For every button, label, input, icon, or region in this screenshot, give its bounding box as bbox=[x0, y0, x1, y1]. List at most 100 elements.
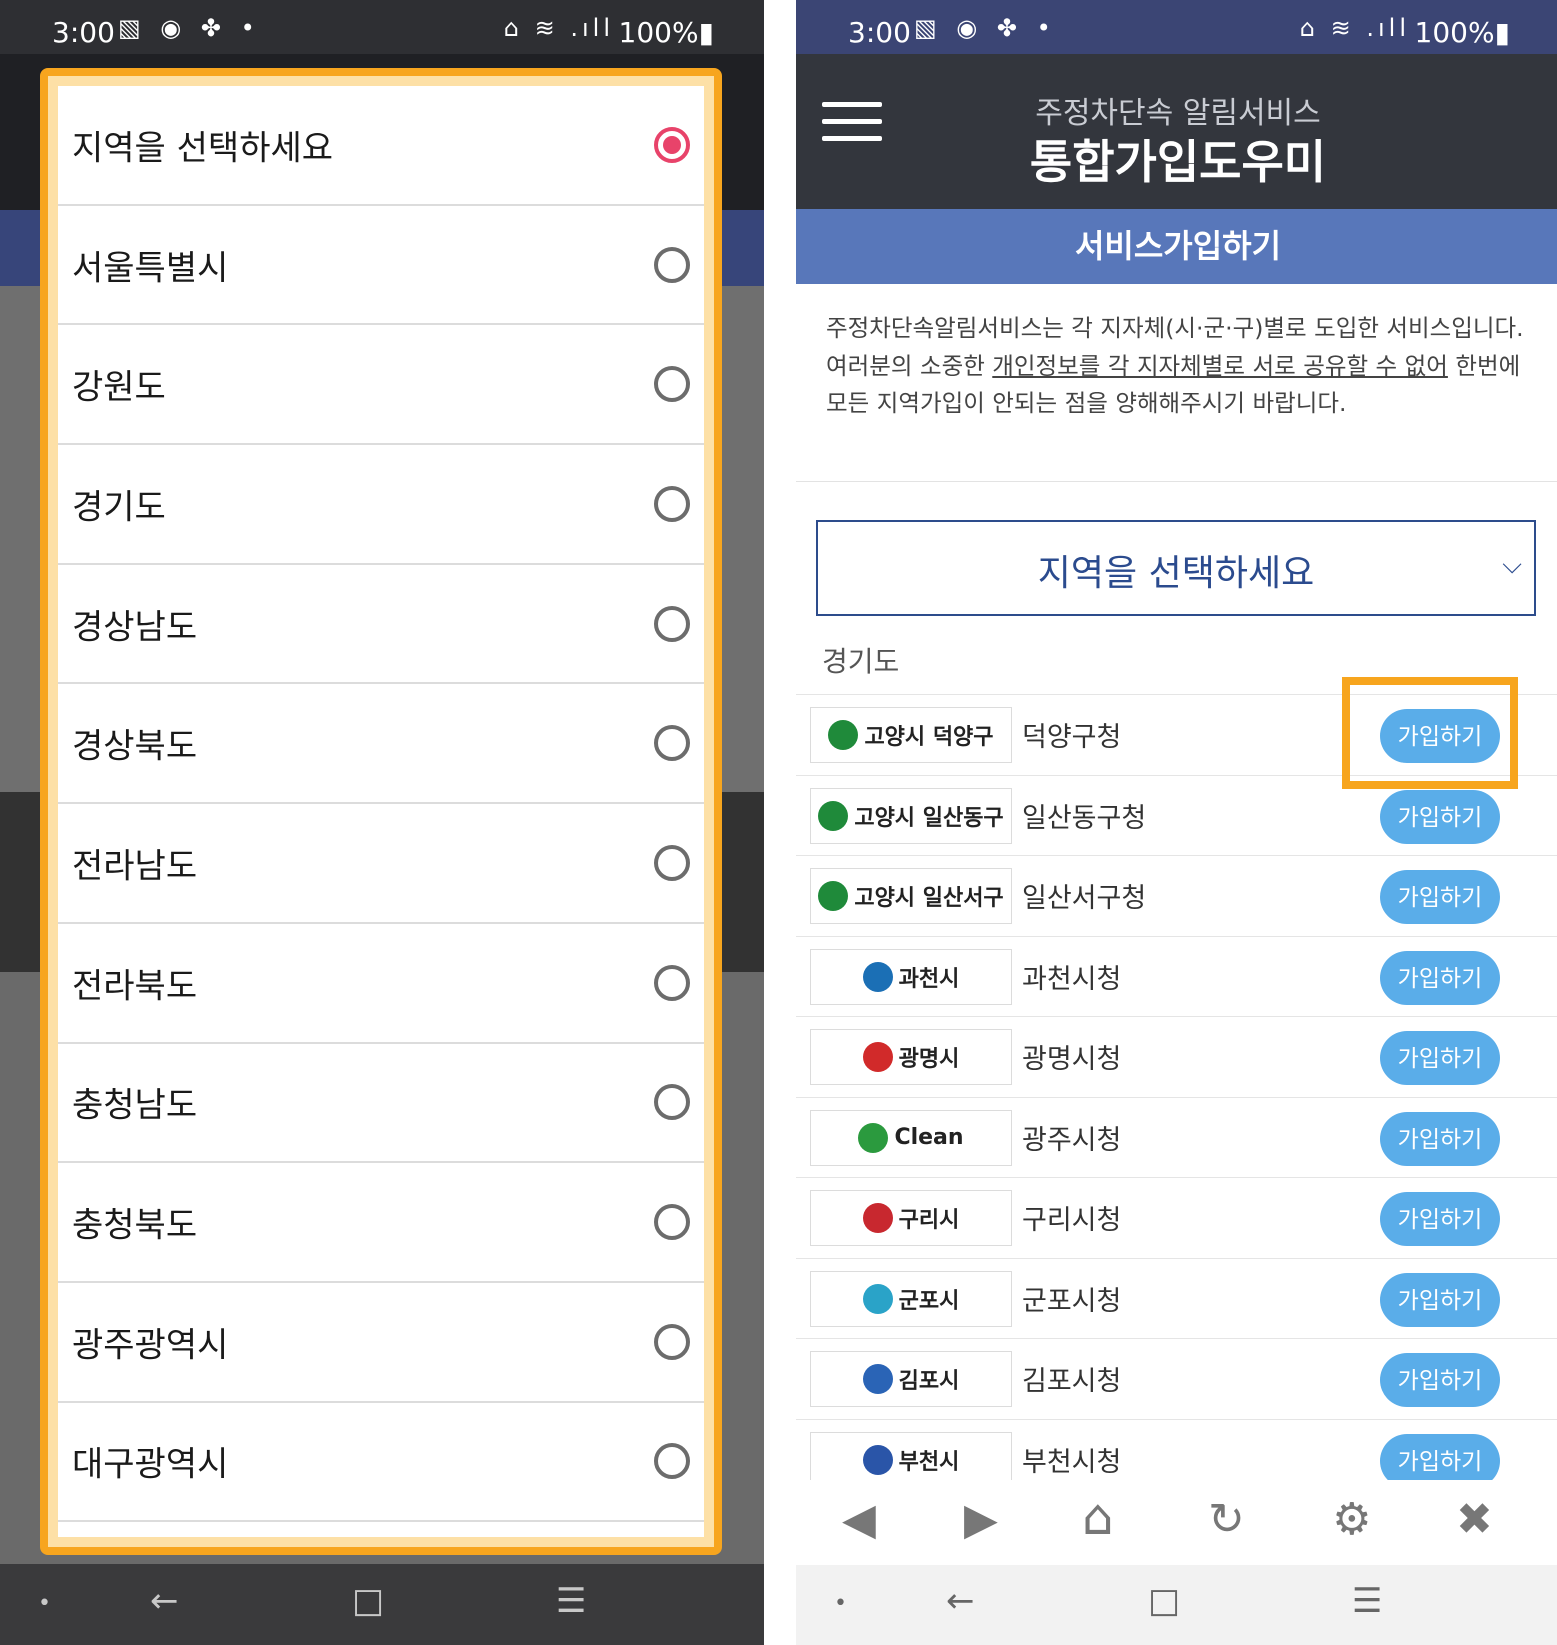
region-option[interactable]: 광주광역시 bbox=[58, 1283, 704, 1403]
radio-unchecked-icon[interactable] bbox=[654, 366, 690, 403]
agency-name: 일산서구청 bbox=[1022, 883, 1147, 914]
city-emblem-icon bbox=[862, 1364, 893, 1394]
right-screen: 3:00 ▧ ◉ ✤ • ⌂ ≋ .ıll 100%▮ 주정차단속 알림서비스 … bbox=[796, 0, 1557, 1645]
radio-unchecked-icon[interactable] bbox=[654, 1323, 690, 1360]
join-button[interactable]: 가입하기 bbox=[1380, 950, 1500, 1005]
agency-list: 고양시 덕양구 덕양구청 가입하기 고양시 일산동구 일산동구청 가입하기 고양시 일산서구… bbox=[796, 694, 1557, 1480]
signal-icons: ⌂ ≋ .ıll bbox=[1299, 14, 1410, 42]
agency-name: 군포시청 bbox=[1022, 1285, 1122, 1317]
agency-logo-text: 고양시 일산동구 bbox=[854, 805, 1004, 831]
back-arrow-icon[interactable]: ◀ bbox=[842, 1494, 876, 1545]
region-option-label: 경기도 bbox=[72, 487, 166, 528]
region-option-label: 대구광역시 bbox=[72, 1444, 229, 1485]
notice-text: 주정차단속알림서비스는 각 지자체(시·군·구)별로 도입한 서비스입니다. 여… bbox=[796, 284, 1557, 482]
region-option[interactable]: 경상남도 bbox=[58, 565, 704, 685]
radio-unchecked-icon[interactable] bbox=[654, 605, 690, 642]
region-option[interactable]: 강원도 bbox=[58, 325, 704, 446]
agency-logo: Clean bbox=[810, 1109, 1012, 1166]
agency-logo-text: Clean bbox=[894, 1125, 964, 1150]
region-option[interactable]: 서울특별시 bbox=[58, 206, 704, 326]
region-option[interactable]: 경기도 bbox=[58, 445, 704, 565]
agency-row: 고양시 일산서구 일산서구청 가입하기 bbox=[796, 856, 1557, 937]
service-join-heading: 서비스가입하기 bbox=[796, 209, 1557, 284]
recents-nav-icon[interactable]: ☰ bbox=[1352, 1581, 1382, 1621]
radio-unchecked-icon[interactable] bbox=[654, 1204, 690, 1241]
radio-unchecked-icon[interactable] bbox=[654, 1084, 690, 1121]
join-button[interactable]: 가입하기 bbox=[1380, 1272, 1500, 1327]
agency-logo-text: 고양시 덕양구 bbox=[864, 725, 994, 750]
notice-line-2a: 여러분의 소중한 bbox=[826, 351, 993, 380]
region-option[interactable]: 지역을 선택하세요 bbox=[58, 86, 704, 206]
region-option-label: 강원도 bbox=[72, 367, 166, 408]
signal-icons: ⌂ ≋ .ıll bbox=[503, 14, 614, 42]
agency-logo-text: 군포시 bbox=[898, 1288, 960, 1314]
agency-row: Clean 광주시청 가입하기 bbox=[796, 1098, 1557, 1178]
region-option[interactable]: 전라남도 bbox=[58, 804, 704, 924]
nav-dot: • bbox=[834, 1591, 847, 1616]
agency-row: 광명시 광명시청 가입하기 bbox=[796, 1017, 1557, 1098]
region-option-label: 충청북도 bbox=[72, 1205, 198, 1246]
join-button[interactable]: 가입하기 bbox=[1380, 870, 1500, 924]
city-emblem-icon bbox=[828, 720, 859, 750]
region-option[interactable]: 경상북도 bbox=[58, 684, 704, 805]
notice-line-1: 주정차단속알림서비스는 각 지자체(시·군·구)별로 도입한 서비스입니다. bbox=[826, 314, 1524, 342]
browser-toolbar: ◀ ▶ ⌂ ↻ ⚙ ✖ bbox=[796, 1480, 1557, 1564]
city-emblem-icon bbox=[862, 1203, 893, 1233]
city-emblem-icon bbox=[818, 881, 849, 911]
city-emblem-icon bbox=[862, 1444, 893, 1475]
back-nav-icon[interactable]: ← bbox=[150, 1581, 179, 1621]
status-bar: 3:00 ▧ ◉ ✤ • ⌂ ≋ .ıll 100%▮ bbox=[796, 0, 1557, 54]
radio-unchecked-icon[interactable] bbox=[654, 964, 690, 1001]
notification-icons: ▧ ◉ ✤ • bbox=[118, 14, 261, 42]
radio-unchecked-icon[interactable] bbox=[654, 725, 690, 762]
radio-checked-icon[interactable] bbox=[654, 126, 690, 163]
refresh-icon[interactable]: ↻ bbox=[1208, 1494, 1245, 1545]
notice-underlined: 개인정보를 각 지자체별로 서로 공유할 수 없어 bbox=[992, 351, 1448, 380]
system-nav-bar: • ← □ ☰ bbox=[0, 1565, 764, 1645]
join-button[interactable]: 가입하기 bbox=[1380, 1353, 1500, 1407]
region-option-label: 지역을 선택하세요 bbox=[72, 128, 334, 169]
radio-unchecked-icon[interactable] bbox=[654, 844, 690, 881]
radio-unchecked-icon[interactable] bbox=[654, 246, 690, 283]
join-button[interactable]: 가입하기 bbox=[1380, 1111, 1500, 1166]
agency-logo: 고양시 일산동구 bbox=[810, 787, 1012, 844]
system-nav-bar: • ← □ ☰ bbox=[796, 1565, 1557, 1645]
region-option-label: 광주광역시 bbox=[72, 1325, 229, 1366]
region-option[interactable]: 대구광역시 bbox=[58, 1403, 704, 1523]
agency-row: 김포시 김포시청 가입하기 bbox=[796, 1339, 1557, 1420]
radio-unchecked-icon[interactable] bbox=[654, 1443, 690, 1480]
gear-icon[interactable]: ⚙ bbox=[1332, 1494, 1371, 1545]
home-nav-icon[interactable]: □ bbox=[352, 1581, 384, 1621]
agency-logo-text: 부천시 bbox=[898, 1449, 960, 1475]
agency-name: 일산동구청 bbox=[1022, 802, 1147, 834]
city-emblem-icon bbox=[862, 1042, 893, 1072]
home-icon[interactable]: ⌂ bbox=[1082, 1488, 1114, 1546]
agency-name: 광명시청 bbox=[1022, 1044, 1122, 1075]
region-option[interactable]: 충청북도 bbox=[58, 1163, 704, 1283]
city-emblem-icon bbox=[818, 800, 849, 831]
agency-logo-text: 김포시 bbox=[898, 1369, 960, 1394]
agency-logo: 고양시 일산서구 bbox=[810, 868, 1012, 924]
notification-icons: ▧ ◉ ✤ • bbox=[914, 14, 1057, 42]
city-emblem-icon bbox=[862, 1283, 893, 1314]
chevron-down-icon: ⌵ bbox=[1502, 550, 1522, 580]
close-icon[interactable]: ✖ bbox=[1456, 1494, 1493, 1545]
agency-logo: 구리시 bbox=[810, 1190, 1012, 1246]
region-option[interactable]: 전라북도 bbox=[58, 924, 704, 1044]
home-nav-icon[interactable]: □ bbox=[1148, 1581, 1180, 1621]
join-button[interactable]: 가입하기 bbox=[1380, 1031, 1500, 1085]
radio-unchecked-icon[interactable] bbox=[654, 485, 690, 522]
join-button[interactable]: 가입하기 bbox=[1380, 789, 1500, 844]
region-option-label: 전라북도 bbox=[72, 966, 198, 1007]
region-select[interactable]: 지역을 선택하세요 ⌵ bbox=[816, 520, 1536, 616]
back-nav-icon[interactable]: ← bbox=[946, 1581, 975, 1621]
join-button[interactable]: 가입하기 bbox=[1380, 1433, 1500, 1480]
forward-arrow-icon[interactable]: ▶ bbox=[964, 1494, 998, 1545]
agency-logo-text: 과천시 bbox=[898, 966, 960, 992]
agency-logo-text: 고양시 일산서구 bbox=[854, 886, 1004, 911]
region-option[interactable]: 충청남도 bbox=[58, 1044, 704, 1164]
agency-name: 김포시청 bbox=[1022, 1366, 1122, 1397]
agency-logo: 부천시 bbox=[810, 1431, 1012, 1480]
join-button[interactable]: 가입하기 bbox=[1380, 1192, 1500, 1246]
recents-nav-icon[interactable]: ☰ bbox=[556, 1581, 586, 1621]
